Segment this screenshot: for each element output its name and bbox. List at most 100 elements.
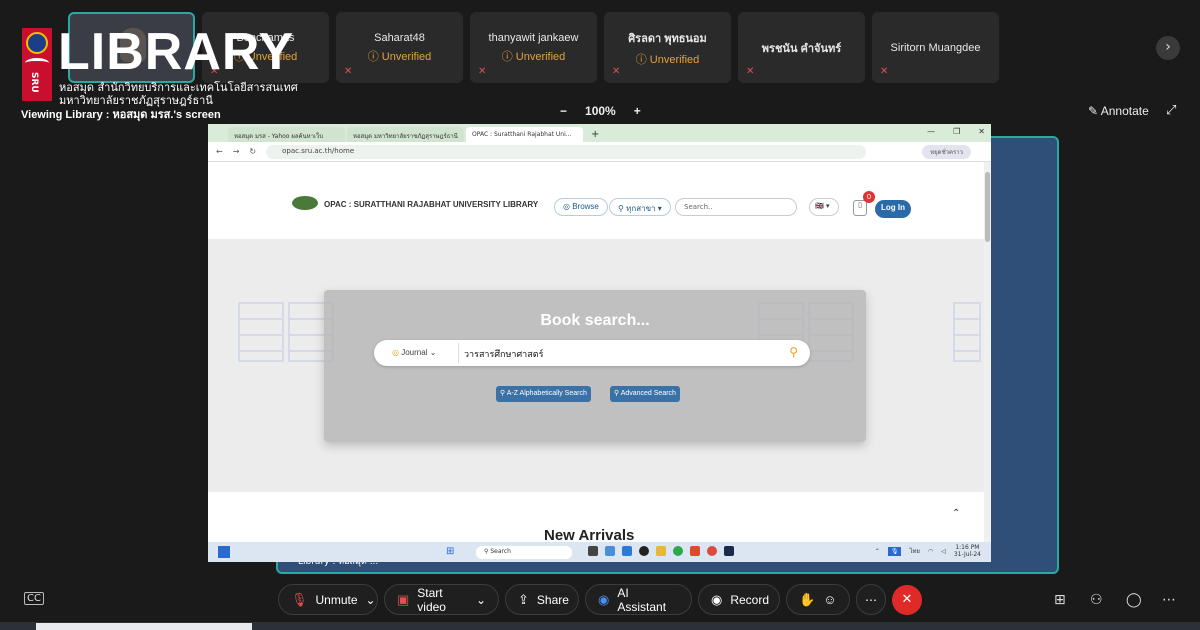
muted-mic-icon: ✕ bbox=[344, 66, 353, 77]
sru-badge: SRU bbox=[22, 28, 52, 101]
page-scrollbar[interactable] bbox=[984, 162, 991, 542]
more-options-icon[interactable]: ⋯ bbox=[1162, 592, 1176, 608]
pen-icon: ✎ bbox=[1088, 104, 1099, 118]
bookshelf-illustration bbox=[953, 302, 981, 362]
advanced-search-button[interactable]: ⚲ Advanced Search bbox=[610, 386, 680, 402]
zoom-app-icon[interactable] bbox=[724, 546, 734, 556]
location-select[interactable]: ⚲ ทุกสาขา ▾ bbox=[609, 198, 671, 216]
participant-tile[interactable]: ศิรลดา พุทธนอม ⓘ Unverified ✕ bbox=[604, 12, 731, 83]
muted-mic-icon: ✕ bbox=[746, 66, 755, 77]
bookshelf-illustration bbox=[238, 302, 284, 362]
profile-chip[interactable]: หยุดชั่วคราว bbox=[922, 144, 971, 159]
clock-time: 1:16 PM bbox=[955, 544, 980, 551]
muted-mic-icon: ✕ bbox=[612, 66, 621, 77]
new-tab-button[interactable]: + bbox=[585, 128, 605, 142]
participant-tile[interactable]: thanyawit jankaew ⓘ Unverified ✕ bbox=[470, 12, 597, 83]
search-icon[interactable]: ⚲ bbox=[789, 345, 798, 359]
ai-assistant-icon: ◉ bbox=[598, 591, 610, 607]
file-explorer-icon[interactable] bbox=[656, 546, 666, 556]
task-view-icon[interactable] bbox=[588, 546, 598, 556]
az-search-button[interactable]: ⚲ A-Z Alphabetically Search bbox=[496, 386, 591, 402]
university-seal-icon bbox=[26, 32, 48, 54]
uk-flag-icon: 🇬🇧 bbox=[815, 202, 824, 210]
header-search-input[interactable]: Search.. bbox=[675, 198, 797, 216]
meeting-toolbar: 🎙 Unmute ⌄ ▣ Start video ⌄ ⇪ Share ◉ AI Assist… bbox=[0, 584, 1200, 616]
ai-assistant-button[interactable]: ◉ AI Assistant bbox=[585, 584, 692, 615]
chevron-down-icon[interactable]: ⌄ bbox=[366, 593, 376, 607]
zoom-out-button[interactable]: − bbox=[560, 104, 567, 118]
chrome-icon[interactable] bbox=[707, 546, 717, 556]
browser-tab[interactable]: หอสมุด มรส - Yahoo ผลค้นหาเว็บ bbox=[228, 127, 345, 142]
book-search-input[interactable]: วารสารศึกษาศาสตร์ bbox=[464, 347, 543, 361]
start-video-button[interactable]: ▣ Start video ⌄ bbox=[384, 584, 499, 615]
book-search-field: ◎ Journal ⌄ วารสารศึกษาศาสตร์ ⚲ bbox=[374, 340, 810, 366]
mic-tray-icon[interactable]: 🎙 bbox=[887, 546, 902, 556]
share-button[interactable]: ⇪ Share bbox=[505, 584, 579, 615]
chevron-down-icon[interactable]: ⌄ bbox=[476, 593, 486, 607]
divider bbox=[458, 343, 459, 363]
edge-icon[interactable] bbox=[622, 546, 632, 556]
cart-icon[interactable]: ▯ bbox=[853, 200, 867, 216]
unverified-status: ⓘ Unverified bbox=[635, 53, 700, 66]
annotate-label: Annotate bbox=[1100, 104, 1149, 118]
book-search-panel: Book search... ◎ Journal ⌄ วารสารศึกษาศา… bbox=[324, 290, 866, 442]
muted-mic-icon: 🎙 bbox=[291, 591, 308, 607]
volume-icon: ◁ bbox=[941, 547, 946, 555]
line-icon[interactable] bbox=[673, 546, 683, 556]
tray-chevron-icon[interactable]: ⌃ bbox=[875, 548, 880, 555]
lang-indicator[interactable]: ไทย bbox=[909, 546, 920, 556]
participant-tile[interactable]: Saharat48 ⓘ Unverified ✕ bbox=[336, 12, 463, 83]
close-window-icon[interactable]: ✕ bbox=[978, 127, 985, 136]
apps-icon[interactable]: ⊞ bbox=[1054, 592, 1066, 608]
windows-start-icon[interactable]: ⊞ bbox=[446, 546, 454, 557]
leave-meeting-button[interactable]: ✕ bbox=[892, 585, 922, 615]
widgets-icon[interactable] bbox=[218, 546, 230, 558]
annotate-button[interactable]: ✎ Annotate bbox=[1088, 104, 1149, 118]
login-button[interactable]: Log In bbox=[875, 200, 911, 218]
minimize-icon[interactable]: — bbox=[927, 127, 935, 136]
office-icon[interactable] bbox=[690, 546, 700, 556]
chat-bubble-icon[interactable]: ◯ bbox=[1126, 592, 1142, 608]
wifi-icon: ◠ bbox=[927, 547, 934, 555]
expand-icon[interactable]: ⤢ bbox=[1166, 103, 1176, 118]
language-select[interactable]: 🇬🇧 ▾ bbox=[809, 198, 839, 216]
browse-button[interactable]: ◎ Browse bbox=[554, 198, 608, 216]
share-label: Share bbox=[536, 592, 569, 607]
cart-count-badge: 0 bbox=[863, 191, 875, 203]
record-button[interactable]: ◉ Record bbox=[698, 584, 780, 615]
search-type-select[interactable]: ◎ Journal ⌄ bbox=[392, 348, 436, 357]
participant-tile[interactable]: Siritorn Muangdee ✕ bbox=[872, 12, 999, 83]
url-field[interactable]: opac.sru.ac.th/home bbox=[266, 144, 867, 159]
muted-mic-icon: ✕ bbox=[880, 66, 889, 77]
opac-title: OPAC : SURATTHANI RAJABHAT UNIVERSITY LI… bbox=[324, 200, 539, 209]
scroll-up-icon[interactable]: ⌃ bbox=[952, 508, 960, 519]
share-icon: ⇪ bbox=[518, 591, 529, 607]
chat-icon[interactable] bbox=[605, 546, 615, 556]
browser-tab-active[interactable]: OPAC : Suratthani Rajabhat Uni... bbox=[466, 127, 583, 142]
unverified-status: ⓘ Unverified bbox=[367, 50, 432, 63]
opac-logo-icon bbox=[292, 196, 318, 210]
meeting-window: Library : หอสมุด ... Benchamas ⓘ Unverif… bbox=[0, 0, 1200, 630]
reload-icon[interactable]: ↻ bbox=[249, 147, 256, 156]
more-button[interactable]: ⋯ bbox=[856, 584, 886, 615]
unmute-button[interactable]: 🎙 Unmute ⌄ bbox=[278, 584, 378, 615]
windows-taskbar: ⊞ ⚲ Search ⌃ 🎙 ไทย ◠ ◁ 1:16 PM 31-Jul-24 bbox=[208, 542, 991, 562]
reactions-button[interactable]: ✋ ☺ bbox=[786, 584, 850, 615]
forward-icon[interactable]: → bbox=[233, 147, 240, 156]
participant-tile[interactable]: พรชนัน คำจันทร์ ✕ bbox=[738, 12, 865, 83]
participants-icon[interactable]: ⚇ bbox=[1090, 592, 1103, 608]
browse-label: Browse bbox=[572, 202, 599, 211]
zoom-in-button[interactable]: + bbox=[634, 104, 641, 118]
taskbar-search[interactable]: ⚲ Search bbox=[476, 546, 572, 559]
taskbar-clock[interactable]: 1:16 PM 31-Jul-24 bbox=[954, 544, 981, 558]
browser-tab[interactable]: หอสมุด มหาวิทยาลัยราชภัฏสุราษฎร์ธานี bbox=[347, 127, 464, 142]
ai-assistant-label: AI Assistant bbox=[617, 585, 667, 614]
scrollbar-thumb[interactable] bbox=[985, 172, 990, 242]
participant-name: ศิรลดา พุทธนอม bbox=[628, 32, 707, 45]
taskbar-segment bbox=[36, 623, 252, 630]
record-icon: ◉ bbox=[711, 591, 723, 607]
next-participants-button[interactable]: › bbox=[1156, 36, 1180, 60]
back-icon[interactable]: ← bbox=[216, 147, 223, 156]
media-icon[interactable] bbox=[639, 546, 649, 556]
maximize-icon[interactable]: ❐ bbox=[953, 127, 960, 136]
